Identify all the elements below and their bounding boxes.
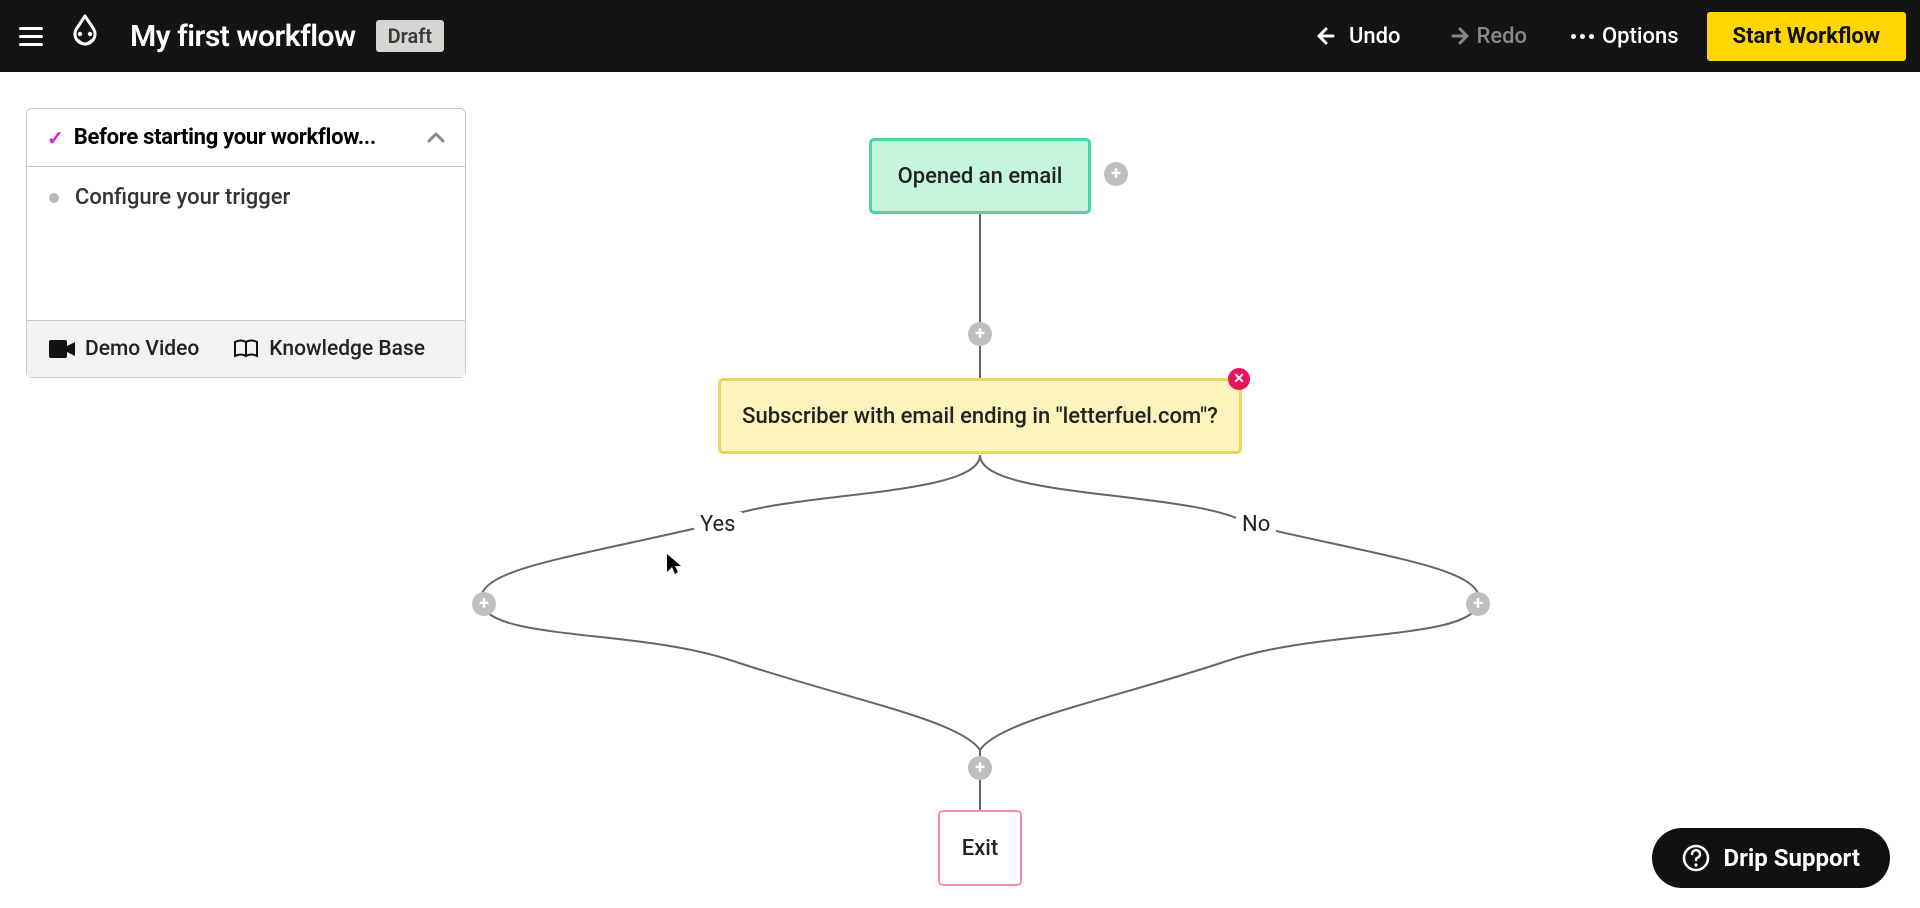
panel-title: Before starting your workflow...: [74, 125, 376, 150]
branch-label-no: No: [1236, 512, 1276, 537]
trigger-node[interactable]: Opened an email: [869, 138, 1091, 214]
decision-node[interactable]: Subscriber with email ending in "letterf…: [718, 378, 1242, 454]
redo-label: Redo: [1477, 24, 1528, 49]
delete-node-button[interactable]: ✕: [1228, 368, 1250, 390]
start-workflow-button[interactable]: Start Workflow: [1707, 12, 1906, 61]
undo-label: Undo: [1349, 24, 1401, 49]
add-trigger-button[interactable]: +: [1104, 162, 1128, 186]
bullet-icon: [49, 193, 59, 203]
book-icon: [233, 339, 259, 359]
getting-started-panel: ✓ Before starting your workflow... Confi…: [26, 108, 466, 378]
task-label: Configure your trigger: [75, 185, 290, 210]
support-button[interactable]: Drip Support: [1652, 828, 1890, 888]
trigger-node-label: Opened an email: [898, 164, 1063, 189]
task-configure-trigger[interactable]: Configure your trigger: [49, 185, 443, 210]
undo-button[interactable]: Undo: [1307, 18, 1411, 55]
add-step-button[interactable]: +: [968, 322, 992, 346]
support-label: Drip Support: [1724, 844, 1860, 872]
options-button[interactable]: Options: [1561, 18, 1689, 55]
options-label: Options: [1602, 24, 1679, 49]
exit-node-label: Exit: [962, 836, 998, 861]
workflow-title: My first workflow: [130, 19, 356, 54]
chevron-up-icon: [427, 128, 445, 147]
redo-icon: [1445, 26, 1469, 46]
knowledge-base-link[interactable]: Knowledge Base: [233, 337, 425, 361]
branch-label-yes: Yes: [694, 512, 742, 537]
drip-logo-icon: [68, 14, 102, 58]
menu-button[interactable]: [14, 19, 48, 53]
redo-button[interactable]: Redo: [1435, 18, 1538, 55]
add-step-before-exit-button[interactable]: +: [968, 756, 992, 780]
ellipsis-icon: [1571, 34, 1594, 39]
demo-video-link[interactable]: Demo Video: [49, 337, 199, 361]
help-icon: [1682, 844, 1710, 872]
demo-video-label: Demo Video: [85, 337, 199, 361]
decision-node-label: Subscriber with email ending in "letterf…: [742, 404, 1218, 429]
mouse-cursor-icon: [665, 552, 683, 576]
video-icon: [49, 340, 75, 358]
add-step-no-button[interactable]: +: [1466, 592, 1490, 616]
status-badge: Draft: [376, 20, 444, 52]
exit-node[interactable]: Exit: [938, 810, 1022, 886]
undo-icon: [1317, 26, 1341, 46]
knowledge-base-label: Knowledge Base: [269, 337, 425, 361]
check-icon: ✓: [47, 126, 64, 150]
panel-header[interactable]: ✓ Before starting your workflow...: [27, 109, 465, 167]
add-step-yes-button[interactable]: +: [472, 592, 496, 616]
